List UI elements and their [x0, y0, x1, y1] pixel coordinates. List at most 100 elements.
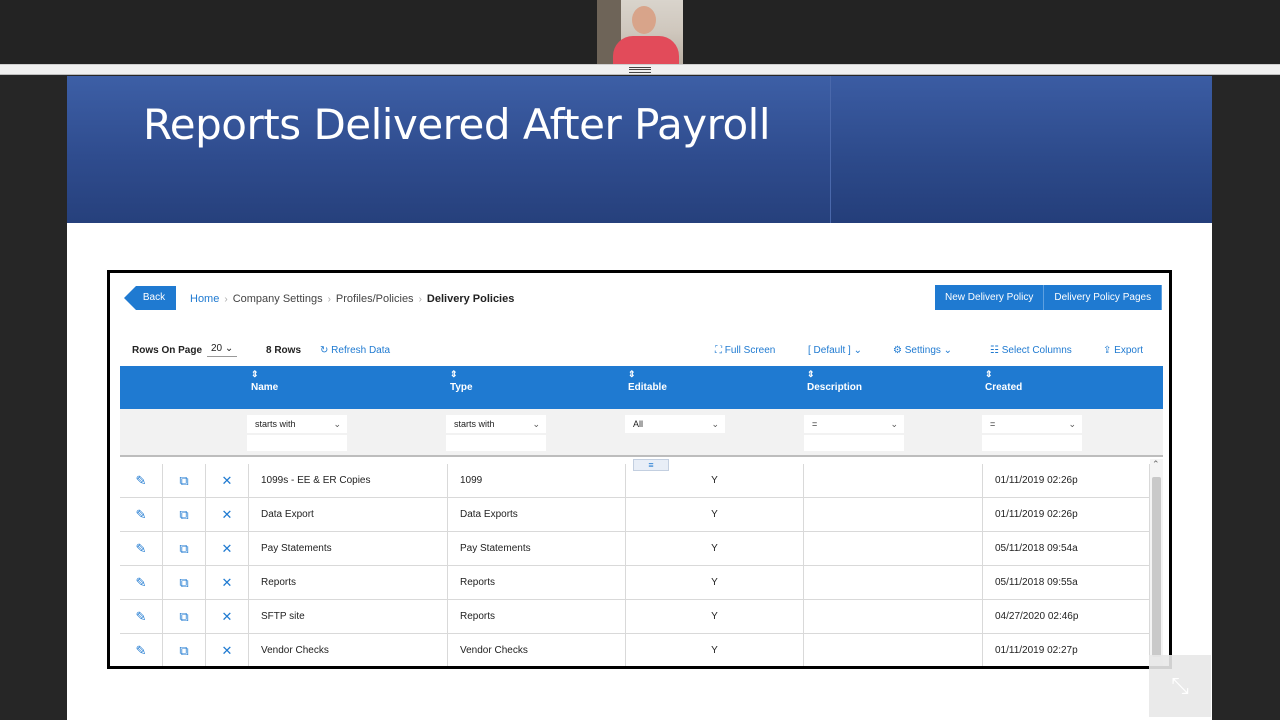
- pencil-icon[interactable]: ✎: [120, 498, 163, 532]
- grid-header: ⇕ Name ⇕ Type ⇕ Editable ⇕ Description ⇕ Crea…: [120, 366, 1163, 409]
- type-filter-operator[interactable]: starts with ⌄: [446, 415, 546, 433]
- scrollbar-thumb[interactable]: [1152, 477, 1161, 657]
- name-filter-input[interactable]: [247, 435, 347, 451]
- copy-icon[interactable]: ⧉: [163, 464, 206, 498]
- chevron-down-icon: ⌄: [1068, 419, 1076, 429]
- refresh-data-button[interactable]: ↻ Refresh Data: [320, 345, 390, 356]
- cell-created: 05/11/2018 09:54a: [983, 532, 1150, 566]
- cell-description: [804, 464, 983, 498]
- sort-icon: ⇕: [450, 369, 458, 379]
- back-button[interactable]: Back: [124, 286, 176, 310]
- cell-editable: Y: [626, 464, 804, 498]
- table-row: ✎ ⧉ ✕ Reports Reports Y 05/11/2018 09:55…: [120, 566, 1150, 600]
- copy-icon[interactable]: ⧉: [163, 634, 206, 666]
- new-delivery-policy-button[interactable]: New Delivery Policy: [935, 285, 1045, 310]
- export-button[interactable]: ⇪ Export: [1103, 345, 1143, 356]
- copy-icon[interactable]: ⧉: [163, 600, 206, 634]
- breadcrumb-profiles-policies[interactable]: Profiles/Policies: [336, 293, 414, 305]
- breadcrumb-home[interactable]: Home: [190, 293, 219, 305]
- pencil-icon[interactable]: ✎: [120, 600, 163, 634]
- column-header-created[interactable]: ⇕ Created: [985, 369, 1022, 393]
- created-filter-operator[interactable]: = ⌄: [982, 415, 1082, 433]
- cell-editable: Y: [626, 532, 804, 566]
- column-header-editable[interactable]: ⇕ Editable: [628, 369, 667, 393]
- cell-type: Vendor Checks: [448, 634, 626, 666]
- table-row: ✎ ⧉ ✕ Pay Statements Pay Statements Y 05…: [120, 532, 1150, 566]
- top-actions: New Delivery Policy Delivery Policy Page…: [935, 285, 1163, 310]
- cell-type: Reports: [448, 600, 626, 634]
- close-icon[interactable]: ✕: [206, 464, 249, 498]
- rows-on-page-label: Rows On Page: [132, 345, 203, 356]
- cell-editable: Y: [626, 600, 804, 634]
- row-count: 8 Rows: [266, 345, 302, 356]
- cell-type: Reports: [448, 566, 626, 600]
- type-filter-input[interactable]: [446, 435, 546, 451]
- name-filter-operator[interactable]: starts with ⌄: [247, 415, 347, 433]
- cell-editable: Y: [626, 498, 804, 532]
- pencil-icon[interactable]: ✎: [120, 566, 163, 600]
- slide-banner-right-panel: [830, 76, 1212, 223]
- sort-icon: ⇕: [985, 369, 993, 379]
- copy-icon[interactable]: ⧉: [163, 566, 206, 600]
- cell-created: 01/11/2019 02:27p: [983, 634, 1150, 666]
- minimize-icon[interactable]: ⤡: [1149, 655, 1211, 717]
- cell-type: Pay Statements: [448, 532, 626, 566]
- pencil-icon[interactable]: ✎: [120, 634, 163, 666]
- close-icon[interactable]: ✕: [206, 532, 249, 566]
- select-columns-button[interactable]: ☷ Select Columns: [990, 345, 1072, 356]
- table-row: ✎ ⧉ ✕ 1099s - EE & ER Copies 1099 Y 01/1…: [120, 464, 1150, 498]
- cell-created: 05/11/2018 09:55a: [983, 566, 1150, 600]
- cell-editable: Y: [626, 634, 804, 666]
- splitter-handle-icon[interactable]: [629, 67, 651, 73]
- breadcrumb-company-settings[interactable]: Company Settings: [233, 293, 323, 305]
- view-select[interactable]: [ Default ] ⌄: [808, 345, 862, 356]
- table-row: ✎ ⧉ ✕ Vendor Checks Vendor Checks Y 01/1…: [120, 634, 1150, 666]
- close-icon[interactable]: ✕: [206, 600, 249, 634]
- delivery-policy-pages-button[interactable]: Delivery Policy Pages: [1044, 285, 1163, 310]
- description-filter-operator[interactable]: = ⌄: [804, 415, 904, 433]
- columns-icon: ☷: [990, 345, 999, 356]
- column-header-name[interactable]: ⇕ Name: [251, 369, 278, 393]
- cell-description: [804, 600, 983, 634]
- editable-filter[interactable]: All ⌄: [625, 415, 725, 433]
- cell-name: Vendor Checks: [249, 634, 448, 666]
- cell-name: Reports: [249, 566, 448, 600]
- column-header-type[interactable]: ⇕ Type: [450, 369, 473, 393]
- chevron-up-icon[interactable]: ⌃: [1152, 459, 1160, 470]
- grid-scrollbar[interactable]: ⌃: [1150, 459, 1163, 666]
- cell-name: Pay Statements: [249, 532, 448, 566]
- cell-type: Data Exports: [448, 498, 626, 532]
- cell-created: 04/27/2020 02:46p: [983, 600, 1150, 634]
- full-screen-button[interactable]: ⛶ Full Screen: [715, 345, 775, 356]
- copy-icon[interactable]: ⧉: [163, 532, 206, 566]
- webcam-video: [597, 0, 683, 64]
- grid-toolbar: Rows On Page 20 ⌄ 8 Rows ↻ Refresh Data …: [110, 341, 1169, 363]
- gear-icon: ⚙: [893, 345, 902, 356]
- pencil-icon[interactable]: ✎: [120, 464, 163, 498]
- settings-button[interactable]: ⚙ Settings ⌄: [893, 345, 952, 356]
- close-icon[interactable]: ✕: [206, 498, 249, 532]
- table-row: ✎ ⧉ ✕ Data Export Data Exports Y 01/11/2…: [120, 498, 1150, 532]
- chevron-down-icon: ⌄: [943, 345, 953, 356]
- description-filter-input[interactable]: [804, 435, 904, 451]
- refresh-icon: ↻: [320, 345, 329, 356]
- cell-created: 01/11/2019 02:26p: [983, 498, 1150, 532]
- chevron-down-icon: ⌄: [532, 419, 540, 429]
- upload-icon: ⇪: [1103, 345, 1112, 356]
- rows-on-page-select[interactable]: 20 ⌄: [207, 343, 238, 357]
- column-header-description[interactable]: ⇕ Description: [807, 369, 862, 393]
- expand-icon: ⛶: [715, 345, 722, 356]
- close-icon[interactable]: ✕: [206, 566, 249, 600]
- close-icon[interactable]: ✕: [206, 634, 249, 666]
- table-row: ✎ ⧉ ✕ SFTP site Reports Y 04/27/2020 02:…: [120, 600, 1150, 634]
- pencil-icon[interactable]: ✎: [120, 532, 163, 566]
- created-filter-input[interactable]: [982, 435, 1082, 451]
- cell-created: 01/11/2019 02:26p: [983, 464, 1150, 498]
- breadcrumb: Home › Company Settings › Profiles/Policies ›…: [190, 293, 515, 305]
- chevron-down-icon: ⌄: [853, 345, 862, 356]
- cell-editable: Y: [626, 566, 804, 600]
- cell-description: [804, 566, 983, 600]
- copy-icon[interactable]: ⧉: [163, 498, 206, 532]
- delivery-policies-app: Back Home › Company Settings › Profiles/Poli…: [107, 270, 1172, 669]
- filter-row: starts with ⌄ starts with ⌄ All ⌄ = ⌄ = ⌄: [120, 409, 1163, 457]
